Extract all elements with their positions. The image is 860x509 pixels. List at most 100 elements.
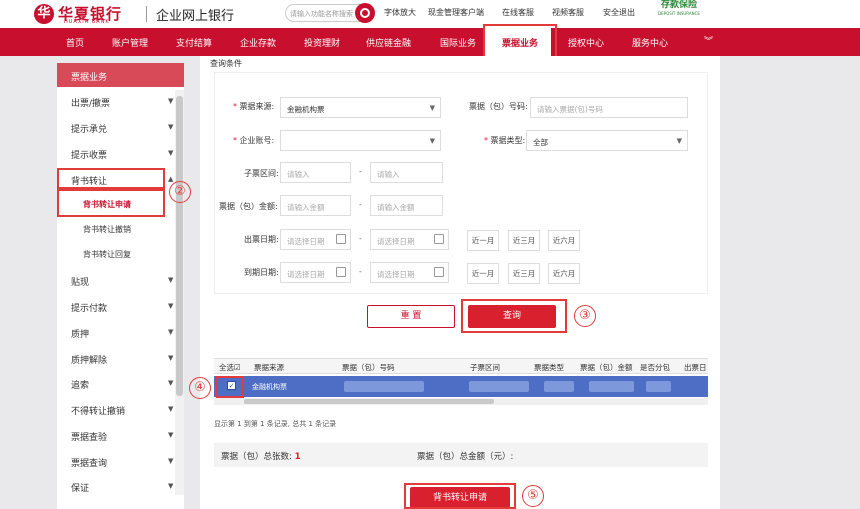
chevron-down-icon[interactable]: ︾ xyxy=(704,34,713,47)
col-select-all[interactable]: 全选☑ xyxy=(219,362,241,373)
chevron-down-icon: ▼ xyxy=(168,354,174,362)
chevron-down-icon: ▼ xyxy=(168,431,174,439)
callout-box-4 xyxy=(216,376,244,398)
nav-home[interactable]: 首页 xyxy=(66,36,84,49)
issue-end-placeholder: 请选择日期 xyxy=(377,237,415,246)
issue-date-start[interactable]: 请选择日期 xyxy=(280,229,351,250)
range-end-input[interactable]: 请输入 xyxy=(370,162,443,183)
deposit-insurance-logo: 存款保险 DEPOSIT INSURANCE xyxy=(658,0,700,24)
sidebar-sub-endorse-cancel[interactable]: 背书转让撤销 xyxy=(83,224,131,235)
sidebar-item-pledge[interactable]: 质押 xyxy=(71,327,89,340)
summary-bar: 票据（包）总张数: 1 票据（包）总金额（元）: xyxy=(214,443,708,467)
reset-button[interactable]: 重 置 xyxy=(367,305,455,328)
calendar-icon[interactable] xyxy=(336,234,346,244)
amount-max-input[interactable]: 请输入金额 xyxy=(370,195,443,216)
bank-logo-icon: 华 xyxy=(34,4,54,24)
due-date-end[interactable]: 请选择日期 xyxy=(370,262,449,283)
sidebar-item-discount[interactable]: 贴现 xyxy=(71,275,89,288)
caret-down-icon: ▼ xyxy=(429,104,435,112)
sidebar-item-issue[interactable]: 出票/撤票 xyxy=(71,96,110,109)
calendar-icon[interactable] xyxy=(336,267,346,277)
table-header: 全选☑ 票据来源 票据（包）号码 子票区间 票据类型 票据（包）金额 是否分包 … xyxy=(214,358,708,374)
due-date-label: 到期日期: xyxy=(244,268,279,277)
due-last-6-months[interactable]: 近六月 xyxy=(548,263,580,284)
annotation-5: ⑤ xyxy=(522,485,544,507)
sidebar-item-guarantee[interactable]: 保证 xyxy=(71,481,89,494)
col-number: 票据（包）号码 xyxy=(342,363,395,372)
nav-service[interactable]: 服务中心 xyxy=(632,36,668,49)
range-start-placeholder: 请输入 xyxy=(287,170,310,179)
amount-min-placeholder: 请输入金额 xyxy=(287,203,325,212)
nav-investment[interactable]: 投资理财 xyxy=(304,36,340,49)
amount-label: 票据（包）金额: xyxy=(219,202,278,211)
sidebar-item-recourse[interactable]: 追索 xyxy=(71,378,89,391)
callout-box-2a xyxy=(57,168,165,189)
video-service-link[interactable]: 视频客服 xyxy=(552,7,584,18)
due-last-month[interactable]: 近一月 xyxy=(467,263,499,284)
issue-last-month[interactable]: 近一月 xyxy=(467,230,499,251)
issue-start-placeholder: 请选择日期 xyxy=(287,237,325,246)
col-amount: 票据（包）金额 xyxy=(580,363,633,372)
chevron-down-icon: ▼ xyxy=(168,405,174,413)
annotation-4: ④ xyxy=(189,377,211,399)
amount-min-input[interactable]: 请输入金额 xyxy=(280,195,351,216)
source-value: 金融机构票 xyxy=(287,105,325,114)
sidebar-item-accept[interactable]: 提示承兑 xyxy=(71,122,107,135)
redacted-cell xyxy=(544,381,574,392)
sidebar-sub-endorse-reply[interactable]: 背书转让回复 xyxy=(83,249,131,260)
type-label: * 票据类型: xyxy=(484,136,526,145)
sidebar-item-pledge-release[interactable]: 质押解除 xyxy=(71,353,107,366)
logo-divider xyxy=(146,6,147,22)
calendar-icon[interactable] xyxy=(434,234,444,244)
amount-max-placeholder: 请输入金额 xyxy=(377,203,415,212)
search-icon[interactable] xyxy=(355,3,375,23)
nav-payment[interactable]: 支付结算 xyxy=(176,36,212,49)
sidebar-scrollbar[interactable] xyxy=(175,90,184,495)
nav-authorization[interactable]: 授权中心 xyxy=(568,36,604,49)
range-start-input[interactable]: 请输入 xyxy=(280,162,351,183)
type-select[interactable]: 全部 ▼ xyxy=(526,130,688,151)
sidebar-scroll-thumb[interactable] xyxy=(176,96,183,396)
nav-international[interactable]: 国际业务 xyxy=(440,36,476,49)
online-service-link[interactable]: 在线客服 xyxy=(502,7,534,18)
due-dash: - xyxy=(359,267,362,276)
chevron-down-icon: ▼ xyxy=(168,379,174,387)
due-date-start[interactable]: 请选择日期 xyxy=(280,262,351,283)
col-range: 子票区间 xyxy=(470,363,500,372)
font-enlarge-link[interactable]: 字体放大 xyxy=(384,7,416,18)
issue-date-end[interactable]: 请选择日期 xyxy=(370,229,449,250)
chevron-down-icon: ▼ xyxy=(168,149,174,157)
cash-management-client-link[interactable]: 现金管理客户端 xyxy=(428,7,484,18)
issue-last-3-months[interactable]: 近三月 xyxy=(508,230,540,251)
account-select[interactable]: ▼ xyxy=(280,130,441,151)
nav-deposit[interactable]: 企业存款 xyxy=(240,36,276,49)
section-title: 查询条件 xyxy=(210,59,242,68)
top-header: 华 华夏银行 HUAXIA BANK 企业网上银行 请输入功能名称搜索 字体放大… xyxy=(0,0,860,28)
account-label: * 企业账号: xyxy=(233,136,275,145)
redacted-cell xyxy=(344,381,424,392)
table-hscroll-thumb[interactable] xyxy=(244,399,494,404)
table-row[interactable] xyxy=(214,376,708,397)
sidebar-item-receive[interactable]: 提示收票 xyxy=(71,148,107,161)
sidebar-item-bill-verify[interactable]: 票据查验 xyxy=(71,430,107,443)
due-last-3-months[interactable]: 近三月 xyxy=(508,263,540,284)
due-start-placeholder: 请选择日期 xyxy=(287,270,325,279)
source-select[interactable]: 金融机构票 ▼ xyxy=(280,97,441,118)
logout-link[interactable]: 安全退出 xyxy=(603,7,635,18)
search-placeholder: 请输入功能名称搜索 xyxy=(290,10,353,18)
col-issue-date: 出票日 xyxy=(684,363,707,372)
total-amount-label: 票据（包）总金额（元）: xyxy=(417,452,514,462)
range-label: 子票区间: xyxy=(244,169,279,178)
calendar-icon[interactable] xyxy=(434,267,444,277)
sidebar-item-bill-query[interactable]: 票据查询 xyxy=(71,456,107,469)
table-hscrollbar[interactable] xyxy=(214,398,708,405)
sidebar-item-payment[interactable]: 提示付款 xyxy=(71,301,107,314)
sidebar-item-nontransfer-cancel[interactable]: 不得转让撤销 xyxy=(71,404,125,417)
issue-last-6-months[interactable]: 近六月 xyxy=(548,230,580,251)
callout-box-3 xyxy=(461,299,567,333)
nav-supply-chain[interactable]: 供应链金融 xyxy=(366,36,411,49)
number-input[interactable]: 请输入票据(包)号码 xyxy=(530,97,688,118)
nav-account[interactable]: 账户管理 xyxy=(112,36,148,49)
chevron-down-icon: ▼ xyxy=(168,276,174,284)
deposit-insurance-title: 存款保险 xyxy=(660,0,697,10)
